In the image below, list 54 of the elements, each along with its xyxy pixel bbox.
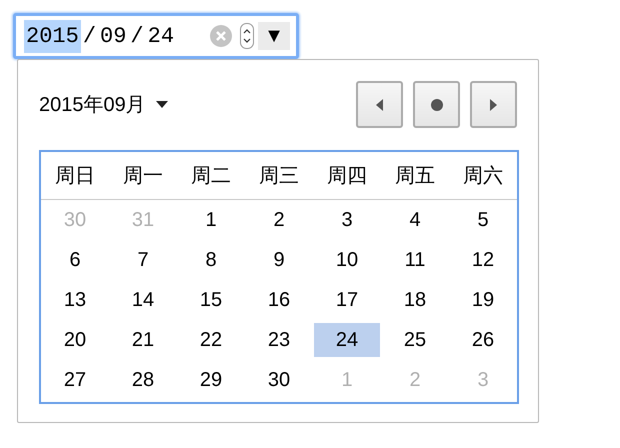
- day-cell[interactable]: 8: [178, 243, 244, 277]
- day-cell[interactable]: 29: [178, 363, 244, 397]
- day-cell[interactable]: 25: [382, 323, 448, 357]
- day-cell[interactable]: 1: [178, 203, 244, 237]
- date-segment[interactable]: 24: [146, 20, 176, 52]
- day-cell[interactable]: 11: [382, 243, 448, 277]
- weekday-label: 周三: [258, 164, 300, 188]
- weekday-label: 周二: [190, 164, 232, 188]
- day-cell[interactable]: 16: [246, 283, 312, 317]
- day-cell[interactable]: 2: [246, 203, 312, 237]
- day-cell[interactable]: 18: [382, 283, 448, 317]
- day-cell[interactable]: 30: [246, 363, 312, 397]
- day-cell[interactable]: 14: [110, 283, 176, 317]
- day-cell[interactable]: 23: [246, 323, 312, 357]
- date-segment[interactable]: 09: [98, 20, 128, 52]
- day-cell[interactable]: 12: [450, 243, 516, 277]
- weekday-label: 周日: [54, 164, 96, 188]
- day-cell[interactable]: 26: [450, 323, 516, 357]
- day-cell[interactable]: 15: [178, 283, 244, 317]
- day-cell[interactable]: 28: [110, 363, 176, 397]
- dropdown-button[interactable]: ▼: [258, 22, 290, 50]
- day-cell[interactable]: 19: [450, 283, 516, 317]
- clear-icon[interactable]: [210, 25, 232, 47]
- day-cell[interactable]: 6: [42, 243, 108, 277]
- day-cell[interactable]: 10: [314, 243, 380, 277]
- right-triangle-icon: [490, 98, 497, 110]
- day-cell[interactable]: 13: [42, 283, 108, 317]
- day-cell[interactable]: 22: [178, 323, 244, 357]
- day-cell[interactable]: 7: [110, 243, 176, 277]
- weekday-label: 周五: [394, 164, 436, 188]
- previous-month-button[interactable]: [356, 81, 403, 128]
- day-cell[interactable]: 20: [42, 323, 108, 357]
- date-segment[interactable]: /: [128, 20, 146, 52]
- left-triangle-icon: [376, 98, 383, 110]
- day-cell[interactable]: 3: [314, 203, 380, 237]
- day-cell[interactable]: 17: [314, 283, 380, 317]
- day-cell[interactable]: 24: [314, 323, 380, 357]
- weekday-label: 周一: [122, 164, 164, 188]
- weekday-label: 周四: [326, 164, 368, 188]
- day-cell[interactable]: 4: [382, 203, 448, 237]
- date-segment[interactable]: 2015: [24, 20, 81, 52]
- day-cell[interactable]: 5: [450, 203, 516, 237]
- month-selector[interactable]: 2015年09月: [39, 90, 168, 120]
- day-cell[interactable]: 27: [42, 363, 108, 397]
- date-segment[interactable]: /: [80, 20, 98, 52]
- next-month-button[interactable]: [470, 81, 517, 128]
- weekday-label: 周六: [462, 164, 504, 188]
- today-button[interactable]: [413, 81, 460, 128]
- dot-icon: [430, 98, 442, 110]
- day-cell[interactable]: 9: [246, 243, 312, 277]
- caret-icon: [156, 101, 168, 108]
- day-cell[interactable]: 21: [110, 323, 176, 357]
- date-input[interactable]: 2015 / 09 / 24 ▼: [13, 13, 299, 59]
- spinner-icon[interactable]: [240, 23, 254, 49]
